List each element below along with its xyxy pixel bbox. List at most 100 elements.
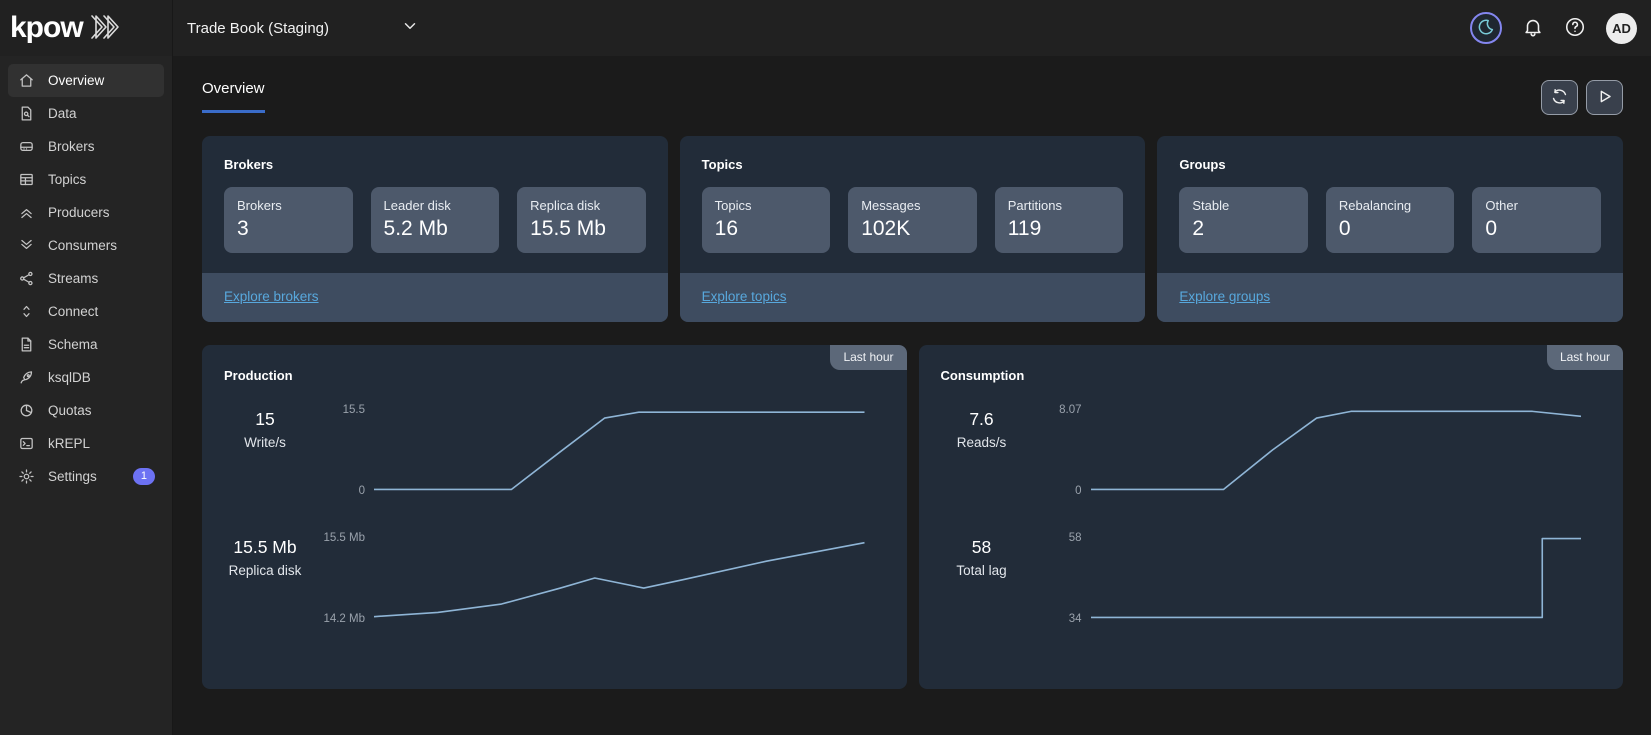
metric-value: 7.6 <box>969 409 993 430</box>
stat-tile-replica-disk: Replica disk 15.5 Mb <box>517 187 646 253</box>
stat-tiles: Brokers 3 Leader disk 5.2 Mb Replica dis… <box>202 172 668 273</box>
stat-tile-partitions: Partitions 119 <box>995 187 1124 253</box>
tab-overview[interactable]: Overview <box>202 80 265 113</box>
terminal-icon <box>17 435 35 453</box>
sidebar-item-consumers[interactable]: Consumers <box>8 229 164 262</box>
sidebar-item-streams[interactable]: Streams <box>8 262 164 295</box>
time-range-badge: Last hour <box>1547 345 1623 370</box>
axis-min-label: 34 <box>1069 613 1082 625</box>
share-icon <box>17 270 35 288</box>
sidebar-item-label: Schema <box>48 337 98 352</box>
sparkline-axis: 15.5 0 <box>316 408 374 492</box>
metric-label: Write/s <box>244 435 286 450</box>
home-icon <box>17 72 35 90</box>
stat-tile-value: 119 <box>1008 217 1111 241</box>
stat-tile-label: Replica disk <box>530 198 633 213</box>
axis-min-label: 14.2 Mb <box>323 613 365 625</box>
sparkline-chart <box>1091 536 1582 620</box>
stat-tile-value: 15.5 Mb <box>530 217 633 241</box>
chevron-down-icon <box>401 17 419 40</box>
kpow-logo[interactable]: kpow <box>0 0 173 56</box>
theme-toggle-button[interactable] <box>1470 12 1502 44</box>
sparkline-chart <box>1091 408 1582 492</box>
cluster-name: Trade Book (Staging) <box>187 20 329 37</box>
sidebar-item-label: Connect <box>48 304 98 319</box>
metric-value: 58 <box>972 537 991 558</box>
kpow-logo-chevrons-icon <box>89 14 123 45</box>
sidebar-item-label: Brokers <box>48 139 95 154</box>
stat-tile-value: 0 <box>1339 217 1442 241</box>
card-title: Production <box>202 345 907 383</box>
sidebar-item-label: Overview <box>48 73 104 88</box>
metric-row-write-s: 15 Write/s 15.5 0 <box>202 408 907 492</box>
stat-tile-value: 102K <box>861 217 964 241</box>
sidebar-item-schema[interactable]: Schema <box>8 328 164 361</box>
gear-icon <box>17 468 35 486</box>
stat-tile-label: Topics <box>715 198 818 213</box>
stat-tile-topics: Topics 16 <box>702 187 831 253</box>
pie-icon <box>17 402 35 420</box>
settings-notification-badge: 1 <box>133 468 155 485</box>
metric-value: 15.5 Mb <box>233 537 296 558</box>
chart-card-consumption: Last hour Consumption 7.6 Reads/s 8.07 0 <box>919 345 1624 689</box>
explore-brokers-link[interactable]: Explore brokers <box>224 289 319 304</box>
sidebar-item-producers[interactable]: Producers <box>8 196 164 229</box>
data-search-icon <box>17 105 35 123</box>
sparkline-chart <box>374 408 865 492</box>
axis-min-label: 0 <box>359 485 365 497</box>
refresh-button[interactable] <box>1541 80 1578 115</box>
card-footer: Explore brokers <box>202 273 668 322</box>
sidebar-item-overview[interactable]: Overview <box>8 64 164 97</box>
stat-card-topics: Topics Topics 16 Messages 102K Partition… <box>680 136 1146 322</box>
bell-icon <box>1522 16 1544 41</box>
stat-tile-stable: Stable 2 <box>1179 187 1308 253</box>
sparkline-axis: 8.07 0 <box>1033 408 1091 492</box>
time-range-badge: Last hour <box>830 345 906 370</box>
stat-tile-value: 0 <box>1485 217 1588 241</box>
stat-tiles: Topics 16 Messages 102K Partitions 119 <box>680 172 1146 273</box>
sparkline-chart <box>374 536 865 620</box>
sparkline-axis: 15.5 Mb 14.2 Mb <box>316 536 374 620</box>
metric-stat: 58 Total lag <box>931 536 1033 620</box>
stat-card-brokers: Brokers Brokers 3 Leader disk 5.2 Mb Rep… <box>202 136 668 322</box>
sidebar-item-brokers[interactable]: Brokers <box>8 130 164 163</box>
sidebar-item-connect[interactable]: Connect <box>8 295 164 328</box>
sidebar: Overview Data Brokers Topics Producers C… <box>0 56 173 735</box>
metric-row-reads-s: 7.6 Reads/s 8.07 0 <box>919 408 1624 492</box>
sidebar-item-quotas[interactable]: Quotas <box>8 394 164 427</box>
card-title: Topics <box>680 136 1146 172</box>
chevrons-up-icon <box>17 204 35 222</box>
sidebar-item-krepl[interactable]: kREPL <box>8 427 164 460</box>
sidebar-item-label: kREPL <box>48 436 90 451</box>
help-button[interactable] <box>1564 16 1586 41</box>
explore-groups-link[interactable]: Explore groups <box>1179 289 1270 304</box>
sidebar-item-topics[interactable]: Topics <box>8 163 164 196</box>
sidebar-item-label: Quotas <box>48 403 92 418</box>
refresh-icon <box>1550 87 1569 109</box>
play-icon <box>1595 87 1614 109</box>
sidebar-item-ksqldb[interactable]: ksqlDB <box>8 361 164 394</box>
kpow-logo-text: kpow <box>10 13 83 43</box>
metric-label: Total lag <box>956 563 1006 578</box>
topbar-actions: AD <box>1470 12 1637 44</box>
moon-icon <box>1477 18 1495 39</box>
sidebar-item-settings[interactable]: Settings 1 <box>8 460 164 493</box>
sidebar-item-label: ksqlDB <box>48 370 91 385</box>
rocket-icon <box>17 369 35 387</box>
sidebar-item-label: Streams <box>48 271 98 286</box>
play-button[interactable] <box>1586 80 1623 115</box>
stat-tile-label: Partitions <box>1008 198 1111 213</box>
stat-cards-row: Brokers Brokers 3 Leader disk 5.2 Mb Rep… <box>202 136 1623 322</box>
cluster-selector[interactable]: Trade Book (Staging) <box>187 17 419 40</box>
axis-max-label: 58 <box>1069 532 1082 544</box>
stat-tiles: Stable 2 Rebalancing 0 Other 0 <box>1157 172 1623 273</box>
axis-min-label: 0 <box>1075 485 1081 497</box>
sidebar-item-data[interactable]: Data <box>8 97 164 130</box>
user-avatar[interactable]: AD <box>1606 13 1637 44</box>
explore-topics-link[interactable]: Explore topics <box>702 289 787 304</box>
stat-tile-label: Messages <box>861 198 964 213</box>
stat-tile-label: Stable <box>1192 198 1295 213</box>
notifications-button[interactable] <box>1522 16 1544 41</box>
topbar: kpow Trade Book (Staging) <box>0 0 1651 56</box>
sidebar-nav: Overview Data Brokers Topics Producers C… <box>0 64 172 493</box>
